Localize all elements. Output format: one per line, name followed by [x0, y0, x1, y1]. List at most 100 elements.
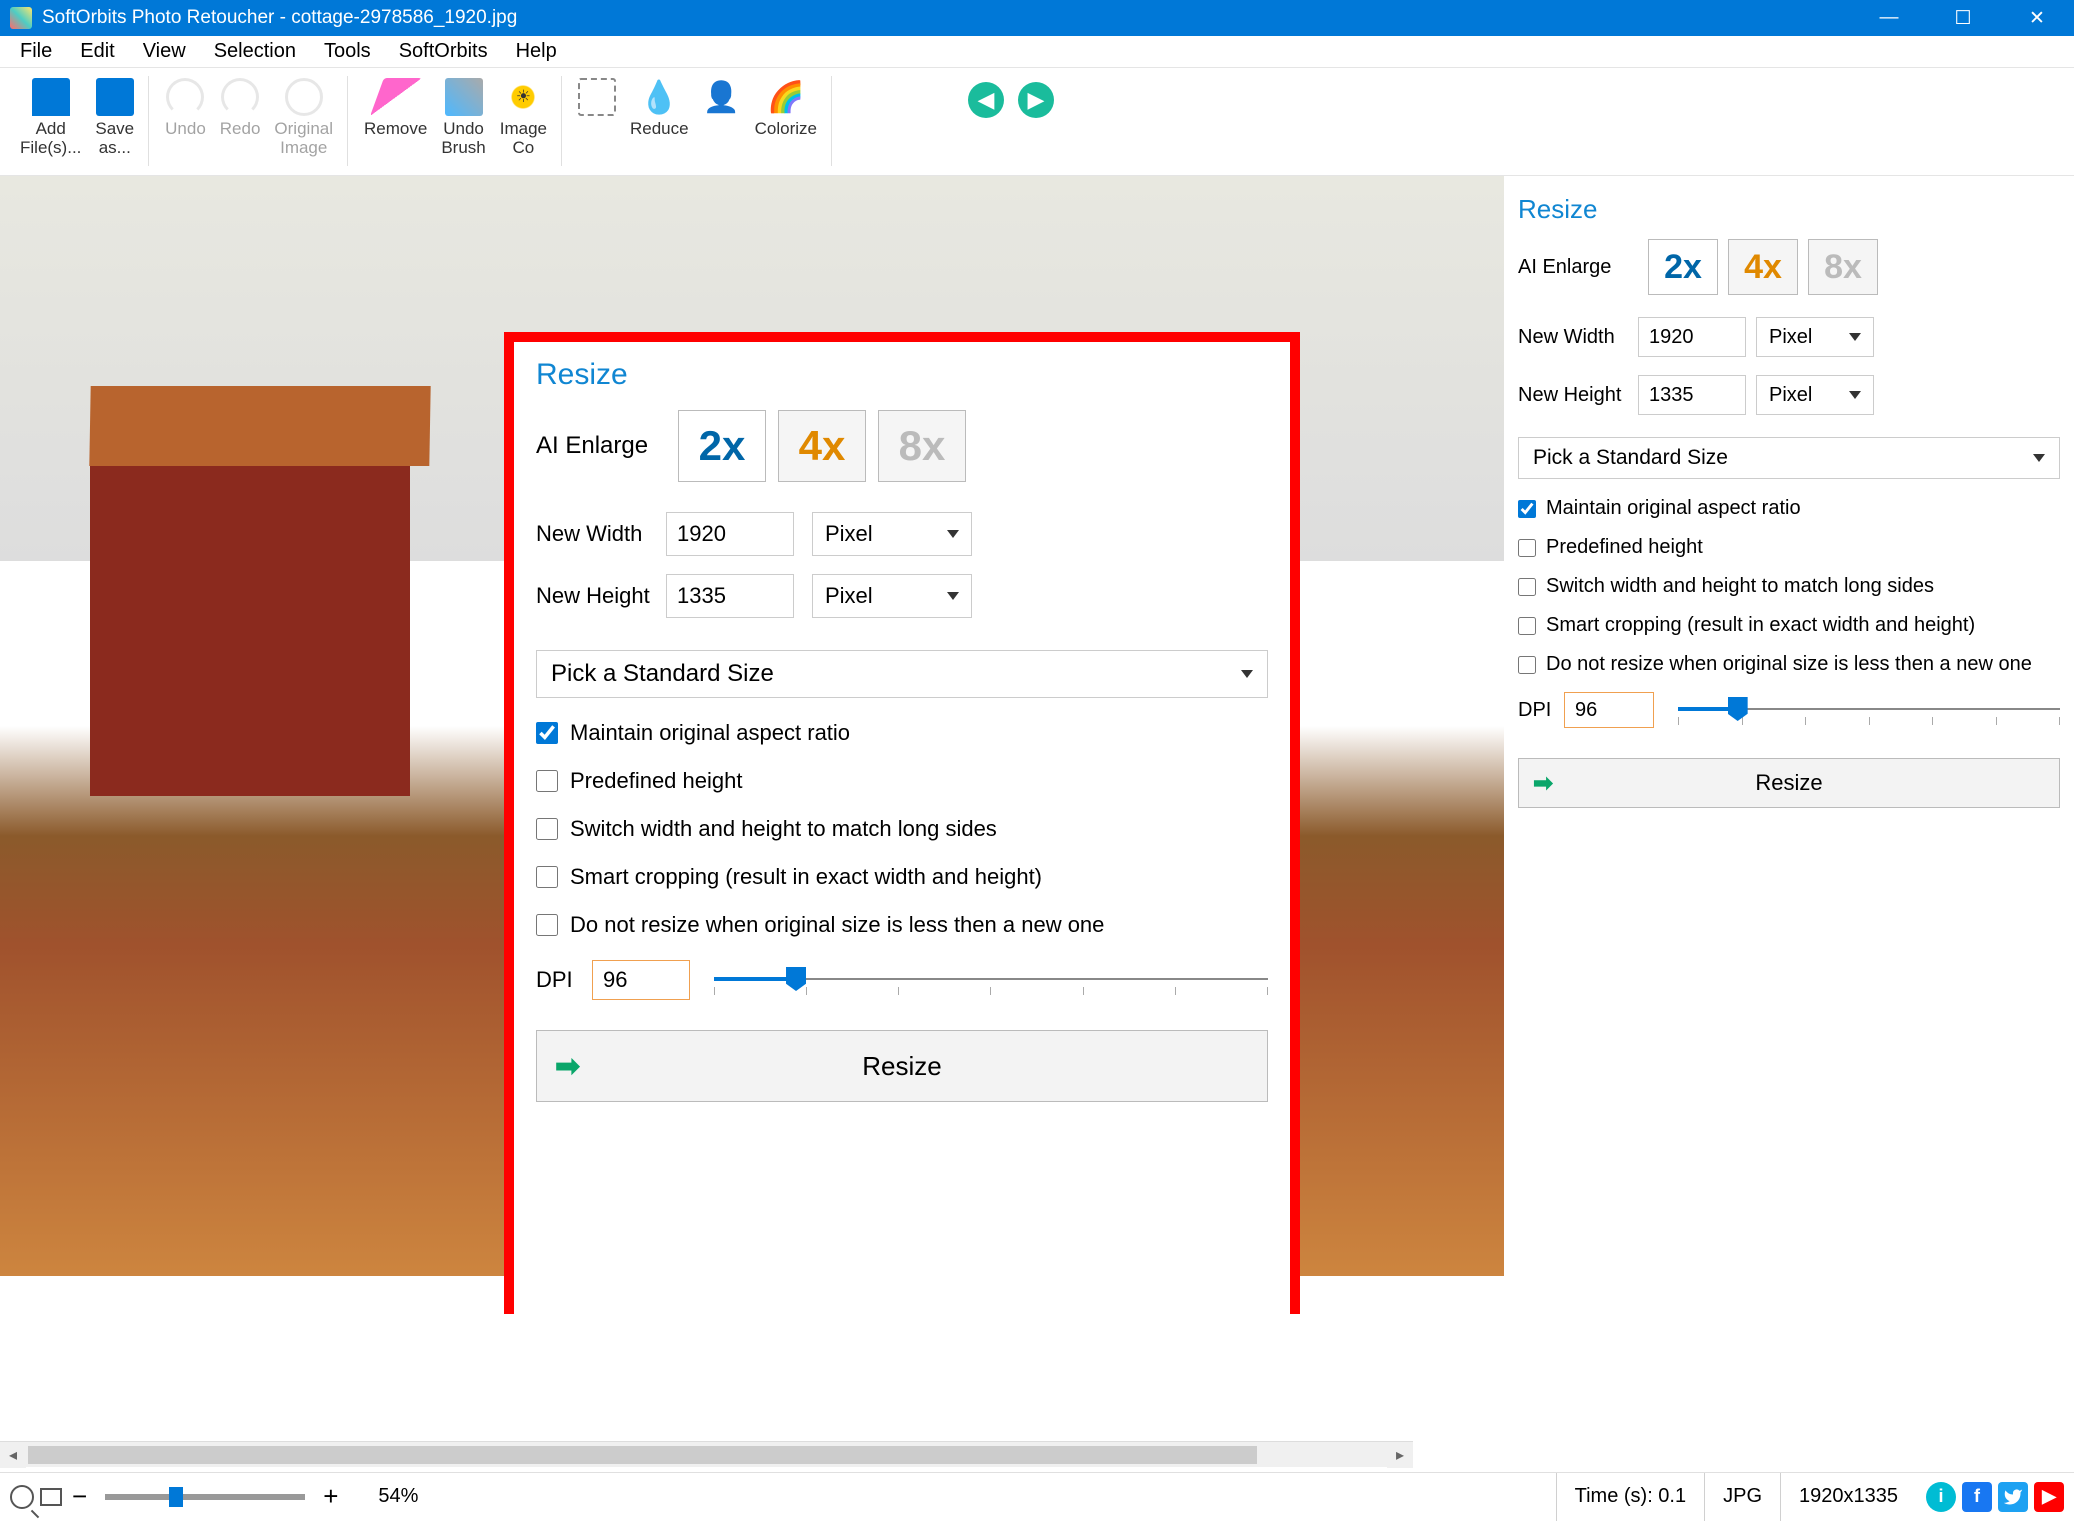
ai-enlarge-label: AI Enlarge [536, 432, 666, 460]
undo-brush-button[interactable]: UndoBrush [435, 76, 491, 166]
app-logo-icon [10, 7, 32, 29]
new-width-input[interactable] [1638, 317, 1746, 357]
undo-icon [166, 78, 204, 116]
no-resize-checkbox[interactable]: Do not resize when original size is less… [1518, 653, 2060, 676]
ai-enlarge-4x-button[interactable]: 4x [1728, 239, 1798, 295]
minimize-button[interactable]: — [1852, 0, 1926, 36]
info-icon[interactable]: i [1926, 1482, 1956, 1512]
horizontal-scrollbar[interactable]: ◂ ▸ [0, 1441, 1413, 1467]
resize-title: Resize [1518, 194, 2060, 225]
droplet-icon: 💧 [640, 78, 678, 116]
standard-size-select[interactable]: Pick a Standard Size [536, 650, 1268, 698]
youtube-icon[interactable]: ▶ [2034, 1482, 2064, 1512]
zoom-plus-button[interactable]: + [323, 1481, 338, 1512]
status-dimensions: 1920x1335 [1780, 1473, 1916, 1521]
dpi-input[interactable] [1564, 692, 1654, 728]
menu-softorbits[interactable]: SoftOrbits [385, 36, 502, 67]
ai-enlarge-label: AI Enlarge [1518, 256, 1638, 279]
menu-selection[interactable]: Selection [200, 36, 310, 67]
facebook-icon[interactable]: f [1962, 1482, 1992, 1512]
predefined-height-checkbox[interactable]: Predefined height [1518, 536, 2060, 559]
scroll-left-button[interactable]: ◂ [0, 1442, 26, 1468]
width-unit-select[interactable]: Pixel [812, 512, 972, 556]
standard-size-select[interactable]: Pick a Standard Size [1518, 437, 2060, 479]
add-files-button[interactable]: AddFile(s)... [14, 76, 87, 166]
twitter-icon[interactable] [1998, 1482, 2028, 1512]
zoom-minus-button[interactable]: − [72, 1481, 87, 1512]
menu-file[interactable]: File [6, 36, 66, 67]
arrow-right-icon: ➡ [1533, 769, 1553, 798]
menu-help[interactable]: Help [502, 36, 571, 67]
arrow-right-icon: ➡ [555, 1049, 580, 1084]
new-height-input[interactable] [1638, 375, 1746, 415]
titlebar-text: SoftOrbits Photo Retoucher - cottage-297… [42, 7, 1852, 29]
save-as-button[interactable]: Saveas... [89, 76, 140, 166]
dpi-slider[interactable] [1678, 695, 2060, 725]
crop-button[interactable] [572, 76, 622, 166]
remove-button[interactable]: Remove [358, 76, 433, 166]
main-area: Resize AI Enlarge 2x 4x 8x New Width Pix… [0, 176, 2074, 1314]
close-button[interactable]: ✕ [2000, 0, 2074, 36]
resize-panel-zoom-highlight: Resize AI Enlarge 2x 4x 8x New Width Pix… [504, 332, 1300, 1314]
maintain-aspect-checkbox[interactable]: Maintain original aspect ratio [1518, 497, 2060, 520]
status-bar: − + 54% Time (s): 0.1 JPG 1920x1335 i f … [0, 1472, 2074, 1520]
person-button[interactable]: 👤 [697, 76, 747, 166]
smart-cropping-checkbox[interactable]: Smart cropping (result in exact width an… [1518, 614, 2060, 637]
fit-screen-icon[interactable] [40, 1488, 62, 1506]
dpi-label: DPI [1518, 699, 1564, 722]
dpi-label: DPI [536, 967, 592, 993]
smart-cropping-checkbox[interactable]: Smart cropping (result in exact width an… [536, 864, 1268, 890]
maximize-button[interactable]: ☐ [1926, 0, 2000, 36]
reduce-button[interactable]: 💧Reduce [624, 76, 695, 166]
ai-enlarge-8x-button[interactable]: 8x [878, 410, 966, 482]
undo-button[interactable]: Undo [159, 76, 212, 166]
status-format: JPG [1704, 1473, 1780, 1521]
status-time: Time (s): 0.1 [1556, 1473, 1705, 1521]
zoom-out-icon[interactable] [10, 1485, 34, 1509]
brush-icon [445, 78, 483, 116]
new-width-input[interactable] [666, 512, 794, 556]
chevron-down-icon [1241, 670, 1253, 678]
switch-wh-checkbox[interactable]: Switch width and height to match long si… [1518, 575, 2060, 598]
image-correction-button[interactable]: ☀ImageCo [494, 76, 553, 166]
colorize-button[interactable]: 🌈Colorize [749, 76, 823, 166]
toolbar: AddFile(s)... Saveas... Undo Redo Origin… [0, 68, 2074, 176]
ai-enlarge-2x-button[interactable]: 2x [678, 410, 766, 482]
new-height-input[interactable] [666, 574, 794, 618]
redo-button[interactable]: Redo [214, 76, 267, 166]
width-unit-select[interactable]: Pixel [1756, 317, 1874, 357]
height-unit-select[interactable]: Pixel [812, 574, 972, 618]
image-canvas[interactable]: Resize AI Enlarge 2x 4x 8x New Width Pix… [0, 176, 1504, 1314]
folder-icon [32, 78, 70, 116]
scroll-right-button[interactable]: ▸ [1387, 1442, 1413, 1468]
redo-icon [221, 78, 259, 116]
dpi-slider[interactable] [714, 965, 1268, 995]
original-image-button[interactable]: OriginalImage [268, 76, 339, 166]
original-icon [285, 78, 323, 116]
chevron-down-icon [947, 530, 959, 538]
maintain-aspect-checkbox[interactable]: Maintain original aspect ratio [536, 720, 1268, 746]
ai-enlarge-4x-button[interactable]: 4x [778, 410, 866, 482]
rainbow-icon: 🌈 [767, 78, 805, 116]
menu-tools[interactable]: Tools [310, 36, 385, 67]
prev-image-button[interactable]: ◀ [968, 82, 1004, 118]
menubar: File Edit View Selection Tools SoftOrbit… [0, 36, 2074, 68]
resize-title: Resize [536, 358, 1268, 392]
scrollbar-thumb[interactable] [28, 1446, 1257, 1464]
height-unit-select[interactable]: Pixel [1756, 375, 1874, 415]
titlebar: SoftOrbits Photo Retoucher - cottage-297… [0, 0, 2074, 36]
switch-wh-checkbox[interactable]: Switch width and height to match long si… [536, 816, 1268, 842]
menu-view[interactable]: View [129, 36, 200, 67]
menu-edit[interactable]: Edit [66, 36, 128, 67]
next-image-button[interactable]: ▶ [1018, 82, 1054, 118]
resize-button[interactable]: ➡Resize [1518, 758, 2060, 808]
new-width-label: New Width [536, 521, 666, 547]
predefined-height-checkbox[interactable]: Predefined height [536, 768, 1268, 794]
ai-enlarge-2x-button[interactable]: 2x [1648, 239, 1718, 295]
ai-enlarge-8x-button[interactable]: 8x [1808, 239, 1878, 295]
no-resize-checkbox[interactable]: Do not resize when original size is less… [536, 912, 1268, 938]
resize-button[interactable]: ➡Resize [536, 1030, 1268, 1102]
slider-thumb-icon[interactable] [169, 1487, 183, 1507]
dpi-input[interactable] [592, 960, 690, 1000]
zoom-slider[interactable] [105, 1494, 305, 1500]
